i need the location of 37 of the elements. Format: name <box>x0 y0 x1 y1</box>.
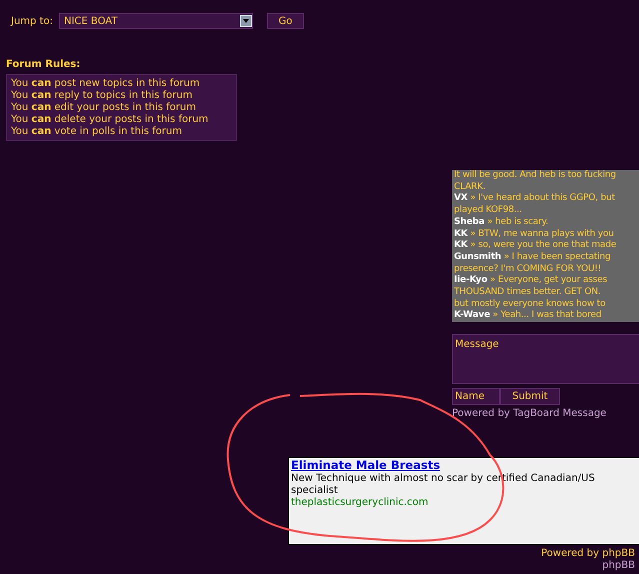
message-field[interactable]: Message <box>452 334 639 384</box>
post-text: CLARK. <box>454 182 486 192</box>
poster-name: K-Wave <box>454 310 490 320</box>
post-text: It will be good. And heb is too fucking <box>454 170 616 180</box>
rule-text: You can delete your posts in this forum <box>11 114 210 126</box>
poster-name: Gunsmith <box>454 252 502 262</box>
rule-text: You can edit your posts in this forum <box>11 102 197 114</box>
poster-name: KK <box>454 228 468 239</box>
post-text: presence? I'm COMING FOR YOU!! <box>454 264 602 274</box>
tagboard-credit: Powered by TagBoard Message <box>452 407 608 422</box>
poster-name: Sheba <box>454 216 485 227</box>
post-text: » I've heard about this GGPO, but <box>470 193 615 204</box>
submit-button[interactable]: Submit <box>500 388 560 406</box>
jump-select[interactable]: NICE BOAT <box>58 13 253 29</box>
post-text: THOUSAND times better. GET ON. <box>454 287 601 298</box>
go-button[interactable]: Go <box>266 13 304 29</box>
poster-name: VX <box>454 193 468 204</box>
post-text: but mostly everyone knows how to <box>454 298 606 309</box>
name-field[interactable]: Name <box>452 388 500 406</box>
ad-title-link[interactable]: Eliminate Male Breasts <box>291 459 440 472</box>
phpbb-credit: Powered by phpBB <box>540 548 635 560</box>
template-credit: phpBB <box>601 560 635 572</box>
ad-url[interactable]: theplasticsurgeryclinic.com <box>291 497 637 510</box>
post-text: » BTW, me wanna plays with you <box>470 228 614 239</box>
post-text: » Everyone, get your asses <box>490 275 608 286</box>
rule-text: You can reply to topics in this forum <box>11 90 194 102</box>
post-text: » I have been spectating <box>504 252 611 262</box>
post-text: » Yeah... I was that bored <box>492 310 602 320</box>
post-text: » heb is scary. <box>487 216 548 227</box>
poster-name: Iie-Kyo <box>454 275 488 286</box>
rule-text: You can post new topics in this forum <box>11 78 201 90</box>
poster-name: KK <box>454 240 468 250</box>
jump-label: Jump to: <box>11 14 53 28</box>
post-text: played KOF98... <box>454 205 522 216</box>
rules-title: Forum Rules: <box>6 58 82 72</box>
rule-text: You can vote in polls in this forum <box>11 126 183 138</box>
post-text: » so, were you the one that made <box>470 240 616 250</box>
